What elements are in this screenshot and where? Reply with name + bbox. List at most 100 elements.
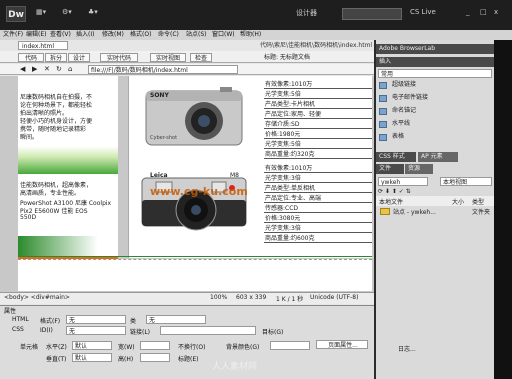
download-weight: 1 K / 1 秒 bbox=[276, 296, 304, 303]
nowrap-checkbox[interactable]: 不换行(O) bbox=[178, 342, 205, 351]
html-toggle[interactable]: HTML bbox=[12, 316, 29, 323]
vert-select[interactable]: 默认 bbox=[72, 353, 112, 362]
bgcolor-input[interactable] bbox=[270, 341, 310, 350]
format-label: 格式(F) bbox=[40, 318, 61, 325]
id-select[interactable]: 无 bbox=[66, 326, 126, 335]
menu-view[interactable]: 查看(V) bbox=[50, 30, 71, 40]
search-input[interactable] bbox=[342, 8, 402, 20]
close-button[interactable]: x bbox=[494, 8, 498, 20]
left-text-8: 高清画质，专业性能。 bbox=[20, 190, 81, 197]
menu-window[interactable]: 窗口(W) bbox=[212, 30, 235, 40]
forward-icon[interactable]: ▶ bbox=[32, 65, 37, 73]
left-text-6: 瞬间。 bbox=[20, 134, 39, 141]
vert-label: 垂直(T) bbox=[46, 356, 67, 363]
css-styles-tab[interactable]: CSS 样式 bbox=[376, 152, 416, 162]
browserlab-panel-header[interactable]: Adobe BrowserLab bbox=[376, 44, 494, 54]
live-view-button[interactable]: 实时视图 bbox=[150, 53, 186, 62]
spec-row: 产品定位:家用、轻便 bbox=[264, 110, 372, 119]
spec-row: 产品类型:卡片相机 bbox=[264, 100, 372, 109]
spec-row: 产品定位:专业、高端 bbox=[264, 194, 372, 203]
menu-bar: 文件(F) 编辑(E) 查看(V) 插入(I) 修改(M) 格式(O) 命令(C… bbox=[0, 30, 512, 40]
assets-tab[interactable]: 资源 bbox=[405, 164, 433, 174]
dreamweaver-logo: Dw bbox=[6, 6, 26, 22]
stop-icon[interactable]: ✕ bbox=[44, 65, 50, 73]
workspace-switcher[interactable]: 设计器 bbox=[296, 8, 336, 20]
width-input[interactable] bbox=[140, 341, 170, 350]
id-label: ID(I) bbox=[40, 327, 53, 334]
header-checkbox[interactable]: 标题(E) bbox=[178, 354, 198, 363]
back-icon[interactable]: ◀ bbox=[20, 65, 25, 73]
css-toggle[interactable]: CSS bbox=[12, 326, 24, 333]
email-icon bbox=[379, 95, 387, 102]
tag-selector[interactable]: <body> <div#main> bbox=[4, 294, 124, 301]
col-size[interactable]: 大小 bbox=[452, 197, 464, 206]
view-select[interactable]: 本地视图 bbox=[440, 177, 492, 186]
menu-format[interactable]: 格式(O) bbox=[130, 30, 151, 40]
zoom-level[interactable]: 100% bbox=[210, 294, 227, 301]
col-type[interactable]: 类型 bbox=[472, 197, 484, 206]
minimize-button[interactable]: _ bbox=[466, 8, 470, 20]
col-local-files[interactable]: 本地文件 bbox=[379, 197, 403, 206]
class-label: 类 bbox=[130, 318, 137, 325]
insert-table[interactable]: 表格 bbox=[392, 132, 404, 142]
insert-named-anchor[interactable]: 命名锚记 bbox=[392, 106, 416, 116]
spec-row: 光学变焦:3倍 bbox=[264, 174, 372, 183]
spec-row: 有效像素:1010万 bbox=[264, 164, 372, 173]
files-tab[interactable]: 文件 bbox=[376, 164, 404, 174]
spec-row: 光学变焦:3倍 bbox=[264, 224, 372, 233]
window-edge bbox=[494, 40, 512, 379]
insert-horizontal-rule[interactable]: 水平线 bbox=[392, 119, 410, 129]
live-code-button[interactable]: 实时代码 bbox=[100, 53, 138, 62]
site-root-item[interactable]: 站点 - ywkeh... bbox=[393, 207, 451, 216]
sony-model-label: Cyber-shot bbox=[150, 135, 178, 141]
maximize-button[interactable]: □ bbox=[480, 8, 487, 20]
green-footer-banner bbox=[18, 236, 118, 258]
address-input[interactable]: file:///F|/数码/数码相机/index.html bbox=[88, 65, 238, 74]
log-button[interactable]: 日志... bbox=[398, 344, 416, 353]
target-label: 目标(G) bbox=[262, 329, 284, 336]
horz-label: 水平(Z) bbox=[46, 344, 67, 351]
horz-select[interactable]: 默认 bbox=[72, 341, 112, 350]
menu-commands[interactable]: 命令(C) bbox=[158, 30, 179, 40]
split-view-button[interactable]: 拆分 bbox=[45, 53, 67, 62]
menu-insert[interactable]: 插入(I) bbox=[76, 30, 94, 40]
window-size[interactable]: 603 x 339 bbox=[236, 294, 266, 301]
design-view-button[interactable]: 设计 bbox=[68, 53, 90, 62]
home-icon[interactable]: ⌂ bbox=[68, 65, 72, 73]
insert-panel-tab[interactable]: 插入 bbox=[376, 57, 494, 67]
inspect-button[interactable]: 检查 bbox=[190, 53, 212, 62]
spec-row: 传感器:CCD bbox=[264, 204, 372, 213]
files-toolbar: ⟳ ⬇ ⬆ ✓ ⇅ bbox=[378, 188, 411, 195]
extend-icon[interactable]: ⚙▾ bbox=[62, 8, 72, 20]
layout-icon[interactable]: ▦▾ bbox=[36, 8, 46, 20]
insert-email-link[interactable]: 电子邮件链接 bbox=[392, 93, 428, 103]
spec-row: 价格:3080元 bbox=[264, 214, 372, 223]
cs-live-button[interactable]: CS Live bbox=[410, 8, 450, 20]
insert-category-select[interactable]: 常用 bbox=[378, 69, 492, 78]
spec-row: 商品重量:约600克 bbox=[264, 234, 372, 243]
hyperlink-icon bbox=[379, 82, 387, 89]
menu-modify[interactable]: 修改(M) bbox=[102, 30, 124, 40]
ap-elements-tab[interactable]: AP 元素 bbox=[418, 152, 458, 162]
document-tab[interactable]: index.html bbox=[18, 41, 68, 50]
menu-site[interactable]: 站点(S) bbox=[186, 30, 207, 40]
menu-file[interactable]: 文件(F) bbox=[3, 30, 23, 40]
menu-help[interactable]: 帮助(H) bbox=[240, 30, 261, 40]
format-select[interactable]: 无 bbox=[66, 315, 126, 324]
anchor-icon bbox=[379, 108, 387, 115]
height-label: 高(H) bbox=[118, 356, 134, 363]
page-properties-button[interactable]: 页面属性... bbox=[316, 340, 368, 349]
properties-title: 属性 bbox=[4, 308, 17, 315]
link-input[interactable] bbox=[160, 326, 256, 335]
encoding: Unicode (UTF-8) bbox=[310, 294, 359, 301]
code-view-button[interactable]: 代码 bbox=[18, 53, 44, 62]
class-select[interactable]: 无 bbox=[146, 315, 206, 324]
site-icon[interactable]: ♣▾ bbox=[88, 8, 98, 20]
document-title-field[interactable]: 标题: 无标题文档 bbox=[264, 53, 364, 62]
site-select[interactable]: ywkeh bbox=[378, 177, 428, 186]
spec-row: 产品类型:单反相机 bbox=[264, 184, 372, 193]
insert-hyperlink[interactable]: 超级链接 bbox=[392, 80, 416, 90]
refresh-icon[interactable]: ↻ bbox=[56, 65, 62, 73]
menu-edit[interactable]: 编辑(E) bbox=[26, 30, 46, 40]
height-input[interactable] bbox=[140, 353, 170, 362]
